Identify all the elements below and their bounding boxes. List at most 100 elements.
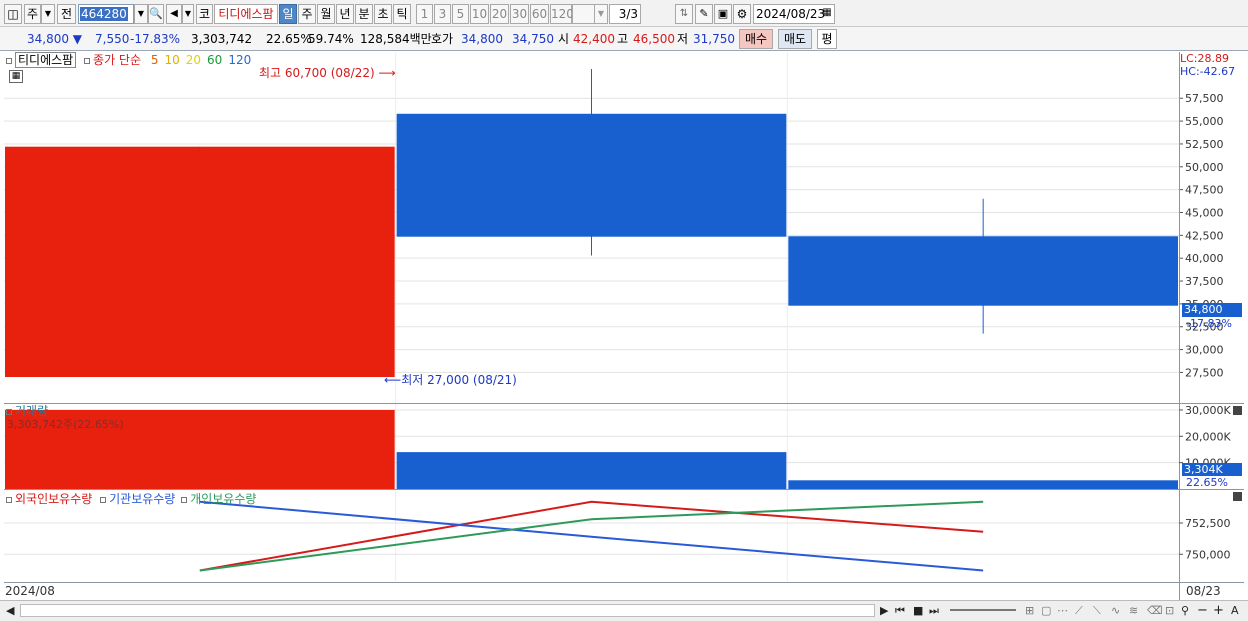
interval-tab[interactable]: 10 (470, 4, 489, 24)
volume-tick-label: 20,000K (1185, 430, 1231, 443)
crosshair-icon[interactable]: ⊞ (1025, 604, 1034, 618)
price-tick-label: 55,000 (1185, 115, 1224, 128)
box-icon[interactable]: ▢ (1041, 604, 1051, 618)
arrow-right-icon: ⟶ (378, 66, 396, 80)
trend-icon[interactable]: ⟋ (1075, 604, 1083, 618)
draw-tool-icon[interactable]: ✎ (695, 4, 713, 24)
sell-button[interactable]: 매도 (778, 29, 812, 49)
lock-icon[interactable]: ⊡ (1165, 604, 1174, 618)
prev-button[interactable]: 전 (57, 4, 76, 24)
stop-icon[interactable]: ■ (913, 604, 923, 618)
zoom-in-icon[interactable]: + (1213, 604, 1224, 618)
interval-tab[interactable]: 3 (434, 4, 451, 24)
price-change-pct: -17.83% (130, 32, 181, 46)
erase-icon[interactable]: ⌫ (1147, 604, 1163, 618)
avg-button[interactable]: 평 (817, 29, 837, 49)
legend-marker-icon (181, 496, 188, 503)
code-button[interactable]: 코 (196, 4, 213, 24)
holding-tick-label: 750,000 (1185, 548, 1231, 561)
period-tab[interactable]: 일 (279, 4, 297, 24)
interval-custom-input[interactable] (572, 4, 596, 24)
fast-forward-icon[interactable]: ⏭ (929, 604, 939, 618)
legend-marker-icon (84, 57, 91, 64)
calendar-icon[interactable]: ▦ (819, 4, 835, 24)
ma-legend-item[interactable]: 5 (151, 53, 159, 67)
code-dropdown-icon[interactable]: ▼ (134, 4, 148, 24)
grid-icon[interactable]: ⋯ (1057, 604, 1068, 618)
period-tab[interactable]: 주 (298, 4, 316, 24)
price-tick-label: 50,000 (1185, 161, 1224, 174)
zoom-out-icon[interactable]: − (1197, 604, 1208, 618)
interval-tab[interactable]: 1 (416, 4, 433, 24)
price-tick-label: 57,500 (1185, 92, 1224, 105)
trade-amount: 128,584백만 (360, 32, 432, 46)
period-tab[interactable]: 년 (336, 4, 354, 24)
scroll-left-icon[interactable]: ◀ (6, 604, 14, 618)
volume-bar (396, 452, 787, 489)
table-icon[interactable]: ▦ (9, 70, 23, 83)
volume-legend: 거래량 (6, 404, 48, 418)
price-tick-label: 47,500 (1185, 184, 1224, 197)
panel-close-icon[interactable] (1233, 406, 1242, 415)
legend-foreign[interactable]: 외국인보유수량 (15, 492, 92, 506)
layout-icon[interactable]: ◫ (4, 4, 22, 24)
rewind-icon[interactable]: ⏮ (895, 604, 905, 618)
chart-area[interactable]: 57,500 55,000 52,500 50,000 47,500 45,000 42,5… (4, 52, 1244, 600)
holding-tick-label: 752,500 (1185, 517, 1231, 530)
ma-legend-item[interactable]: 10 (164, 53, 179, 67)
candle-body (396, 113, 787, 237)
legend-institution[interactable]: 기관보유수량 (109, 492, 175, 506)
volume-tick-label: 30,000K (1185, 404, 1231, 417)
speaker-dropdown-icon[interactable]: ▼ (182, 4, 194, 24)
compare-icon[interactable]: ⇅ (675, 4, 693, 24)
buy-button[interactable]: 매수 (739, 29, 773, 49)
fib-icon[interactable]: ≋ (1129, 604, 1138, 618)
speaker-icon[interactable]: ◀ (166, 4, 182, 24)
horizontal-scrollbar[interactable] (20, 604, 875, 617)
zoom-slider[interactable] (950, 609, 1016, 611)
zoom-icon[interactable]: ⚲ (1181, 604, 1189, 618)
interval-tab[interactable]: 60 (530, 4, 549, 24)
arrow-left-icon: ⟵ (384, 373, 402, 387)
current-pct-tag: -17.83% (1186, 317, 1232, 330)
interval-tab[interactable]: 20 (490, 4, 509, 24)
ma-legend-item[interactable]: 20 (186, 53, 201, 67)
x-axis-right-label: 08/23 (1186, 584, 1221, 598)
main-toolbar: ◫ 주 ▼ 전 464280 ▼ 🔍 ◀ ▼ 코 티디에스팜 일주월년분초틱 1… (0, 0, 1248, 27)
save-icon[interactable]: ▣ (714, 4, 732, 24)
period-tab[interactable]: 초 (374, 4, 392, 24)
stock-name: 티디에스팜 (214, 4, 278, 24)
search-icon[interactable]: 🔍 (148, 4, 164, 24)
chevron-down-icon[interactable]: ▼ (41, 4, 55, 24)
volume-bar (788, 480, 1178, 489)
lc-label: LC:28.89 (1180, 52, 1230, 65)
gear-icon[interactable]: ⚙ (733, 4, 751, 24)
turnover-pct: 59.74% (308, 32, 354, 46)
interval-dropdown-icon[interactable]: ▼ (594, 4, 608, 24)
interval-tab[interactable]: 5 (452, 4, 469, 24)
ma-legend-item[interactable]: 120 (228, 53, 251, 67)
legend-stock-name[interactable]: 티디에스팜 (15, 52, 77, 68)
period-tab[interactable]: 월 (317, 4, 335, 24)
line-icon[interactable]: ⟍ (1093, 604, 1101, 618)
volume-value-label: 3,303,742주(22.65%) (7, 418, 124, 431)
ask-price: 34,800 (461, 32, 503, 46)
volume-ratio: 22.65% (266, 32, 312, 46)
ma-legend-item[interactable]: 60 (207, 53, 222, 67)
candle-body (5, 146, 395, 377)
period-tab[interactable]: 분 (355, 4, 373, 24)
price-tick-label: 27,500 (1185, 366, 1224, 379)
period-tab[interactable]: 틱 (393, 4, 411, 24)
interval-tab[interactable]: 30 (510, 4, 529, 24)
panel-close-icon[interactable] (1233, 492, 1242, 501)
price-tick-label: 52,500 (1185, 138, 1224, 151)
legend-ma-type[interactable]: 종가 단순 (93, 53, 141, 67)
text-icon[interactable]: A (1231, 604, 1239, 618)
market-select[interactable]: 주 (24, 4, 41, 24)
scroll-right-icon[interactable]: ▶ (880, 604, 888, 618)
interval-tab[interactable]: 120 (550, 4, 574, 24)
wave-icon[interactable]: ∿ (1111, 604, 1120, 618)
min-annotation: ⟵최저 27,000 (08/21) (384, 373, 517, 387)
stock-code-input[interactable]: 464280 (78, 4, 134, 24)
legend-individual[interactable]: 개인보유수량 (190, 492, 256, 506)
